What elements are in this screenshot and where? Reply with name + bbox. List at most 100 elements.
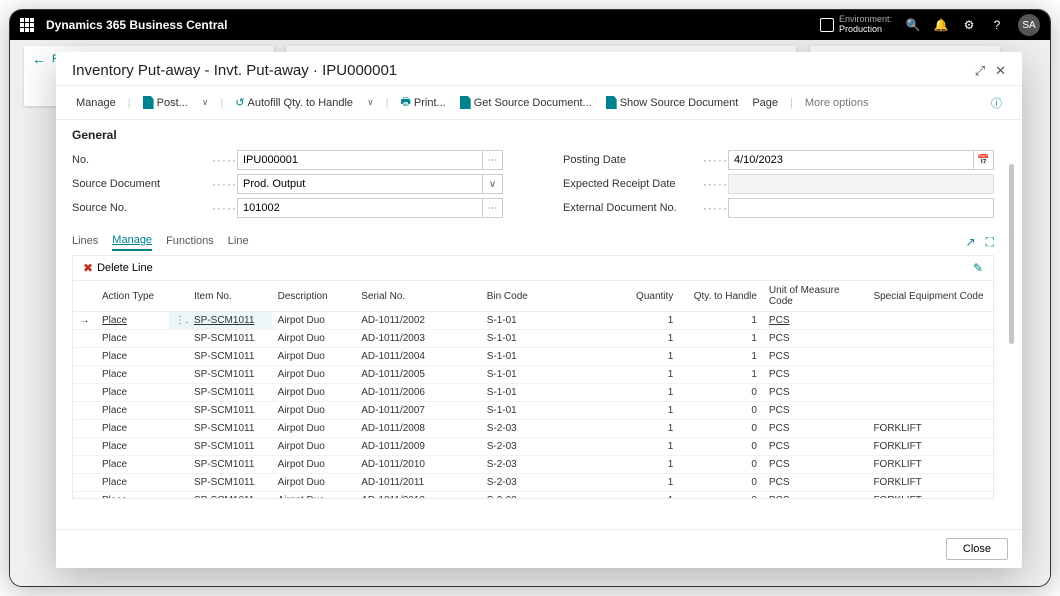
cell-description[interactable]: Airpot Duo bbox=[272, 384, 356, 402]
cell-action-type[interactable]: Place bbox=[96, 456, 169, 474]
cell-uom[interactable]: PCS bbox=[763, 438, 868, 456]
cell-equipment[interactable]: FORKLIFT bbox=[867, 438, 993, 456]
table-row[interactable]: PlaceSP-SCM1011Airpot DuoAD-1011/2009S-2… bbox=[73, 438, 993, 456]
table-row[interactable]: PlaceSP-SCM1011Airpot DuoAD-1011/2005S-1… bbox=[73, 366, 993, 384]
cell-item-no[interactable]: SP-SCM1011 bbox=[188, 312, 272, 330]
row-menu-icon[interactable] bbox=[169, 330, 188, 348]
source-no-field[interactable] bbox=[237, 198, 483, 218]
cell-uom[interactable]: PCS bbox=[763, 474, 868, 492]
table-row[interactable]: PlaceSP-SCM1011Airpot DuoAD-1011/2010S-2… bbox=[73, 456, 993, 474]
cell-bin-code[interactable]: S-1-01 bbox=[481, 384, 596, 402]
table-row[interactable]: PlaceSP-SCM1011Airpot DuoAD-1011/2004S-1… bbox=[73, 348, 993, 366]
cell-bin-code[interactable]: S-1-01 bbox=[481, 402, 596, 420]
cell-item-no[interactable]: SP-SCM1011 bbox=[188, 348, 272, 366]
cell-action-type[interactable]: Place bbox=[96, 366, 169, 384]
print-button[interactable]: 🖶Print... bbox=[397, 91, 450, 114]
cell-bin-code[interactable]: S-1-01 bbox=[481, 348, 596, 366]
cell-action-type[interactable]: Place bbox=[96, 330, 169, 348]
cell-equipment[interactable] bbox=[867, 402, 993, 420]
row-menu-icon[interactable] bbox=[169, 456, 188, 474]
col-serial[interactable]: Serial No. bbox=[355, 281, 480, 312]
lookup-icon[interactable]: ⋯ bbox=[483, 198, 503, 218]
more-options[interactable]: More options bbox=[801, 95, 873, 111]
cell-serial-no[interactable]: AD-1011/2005 bbox=[355, 366, 480, 384]
cell-uom[interactable]: PCS bbox=[763, 384, 868, 402]
col-uom[interactable]: Unit of Measure Code bbox=[763, 281, 868, 312]
close-button[interactable]: Close bbox=[946, 538, 1008, 560]
share-icon[interactable]: ↗ bbox=[966, 235, 976, 250]
cell-qty-to-handle[interactable]: 1 bbox=[679, 348, 763, 366]
cell-equipment[interactable]: FORKLIFT bbox=[867, 420, 993, 438]
cell-equipment[interactable] bbox=[867, 312, 993, 330]
col-action[interactable]: Action Type bbox=[96, 281, 169, 312]
cell-description[interactable]: Airpot Duo bbox=[272, 420, 356, 438]
cell-item-no[interactable]: SP-SCM1011 bbox=[188, 420, 272, 438]
cell-quantity[interactable]: 1 bbox=[596, 312, 680, 330]
post-dropdown[interactable]: ∨ bbox=[198, 95, 213, 110]
row-menu-icon[interactable] bbox=[169, 420, 188, 438]
cell-serial-no[interactable]: AD-1011/2002 bbox=[355, 312, 480, 330]
cell-serial-no[interactable]: AD-1011/2008 bbox=[355, 420, 480, 438]
cell-equipment[interactable] bbox=[867, 366, 993, 384]
expand-icon[interactable]: ⤢ bbox=[975, 63, 985, 79]
calendar-icon[interactable]: 📅 bbox=[974, 150, 994, 170]
tab-functions[interactable]: Functions bbox=[166, 235, 214, 250]
cell-qty-to-handle[interactable]: 0 bbox=[679, 456, 763, 474]
cell-uom[interactable]: PCS bbox=[763, 348, 868, 366]
cell-item-no[interactable]: SP-SCM1011 bbox=[188, 402, 272, 420]
cell-equipment[interactable] bbox=[867, 348, 993, 366]
lookup-icon[interactable]: ⋯ bbox=[483, 150, 503, 170]
tab-lines[interactable]: Lines bbox=[72, 235, 98, 250]
cell-serial-no[interactable]: AD-1011/2009 bbox=[355, 438, 480, 456]
cell-qty-to-handle[interactable]: 1 bbox=[679, 312, 763, 330]
post-button[interactable]: Post... bbox=[139, 94, 192, 111]
cell-uom[interactable]: PCS bbox=[763, 402, 868, 420]
table-row[interactable]: PlaceSP-SCM1011Airpot DuoAD-1011/2006S-1… bbox=[73, 384, 993, 402]
cell-qty-to-handle[interactable]: 0 bbox=[679, 384, 763, 402]
no-field[interactable] bbox=[237, 150, 483, 170]
info-icon[interactable]: ⓘ bbox=[991, 95, 1006, 111]
notification-icon[interactable]: 🔔 bbox=[934, 18, 948, 32]
table-row[interactable]: PlaceSP-SCM1011Airpot DuoAD-1011/2003S-1… bbox=[73, 330, 993, 348]
cell-description[interactable]: Airpot Duo bbox=[272, 330, 356, 348]
environment-badge[interactable]: Environment:Production bbox=[820, 15, 892, 35]
col-qty[interactable]: Quantity bbox=[596, 281, 680, 312]
cell-qty-to-handle[interactable]: 0 bbox=[679, 402, 763, 420]
cell-bin-code[interactable]: S-2-03 bbox=[481, 420, 596, 438]
cell-equipment[interactable]: FORKLIFT bbox=[867, 456, 993, 474]
cell-action-type[interactable]: Place bbox=[96, 474, 169, 492]
show-source-button[interactable]: Show Source Document bbox=[602, 94, 743, 111]
page-menu[interactable]: Page bbox=[748, 95, 782, 111]
search-icon[interactable]: 🔍 bbox=[906, 18, 920, 32]
table-row[interactable]: PlaceSP-SCM1011Airpot DuoAD-1011/2011S-2… bbox=[73, 474, 993, 492]
cell-bin-code[interactable]: S-2-03 bbox=[481, 438, 596, 456]
close-icon[interactable]: ✕ bbox=[995, 63, 1006, 79]
cell-description[interactable]: Airpot Duo bbox=[272, 474, 356, 492]
cell-description[interactable]: Airpot Duo bbox=[272, 438, 356, 456]
row-menu-icon[interactable] bbox=[169, 384, 188, 402]
cell-action-type[interactable]: Place bbox=[96, 420, 169, 438]
cell-quantity[interactable]: 1 bbox=[596, 474, 680, 492]
cell-item-no[interactable]: SP-SCM1011 bbox=[188, 384, 272, 402]
cell-uom[interactable]: PCS bbox=[763, 420, 868, 438]
cell-bin-code[interactable]: S-1-01 bbox=[481, 312, 596, 330]
row-menu-icon[interactable] bbox=[169, 348, 188, 366]
cell-description[interactable]: Airpot Duo bbox=[272, 402, 356, 420]
cell-serial-no[interactable]: AD-1011/2007 bbox=[355, 402, 480, 420]
cell-qty-to-handle[interactable]: 1 bbox=[679, 330, 763, 348]
cell-serial-no[interactable]: AD-1011/2012 bbox=[355, 492, 480, 500]
table-row[interactable]: Place SP-SCM1011Airpot DuoAD-1011/2008S-2… bbox=[73, 420, 993, 438]
cell-description[interactable]: Airpot Duo bbox=[272, 348, 356, 366]
cell-action-type[interactable]: Place bbox=[96, 438, 169, 456]
settings-icon[interactable]: ⚙ bbox=[962, 18, 976, 32]
cell-equipment[interactable] bbox=[867, 384, 993, 402]
row-menu-icon[interactable] bbox=[169, 438, 188, 456]
manage-menu[interactable]: Manage bbox=[72, 95, 120, 111]
cell-equipment[interactable] bbox=[867, 330, 993, 348]
cell-quantity[interactable]: 1 bbox=[596, 438, 680, 456]
cell-quantity[interactable]: 1 bbox=[596, 402, 680, 420]
cell-serial-no[interactable]: AD-1011/2003 bbox=[355, 330, 480, 348]
cell-qty-to-handle[interactable]: 0 bbox=[679, 492, 763, 500]
row-menu-icon[interactable] bbox=[169, 366, 188, 384]
cell-action-type[interactable]: Place bbox=[96, 312, 169, 330]
